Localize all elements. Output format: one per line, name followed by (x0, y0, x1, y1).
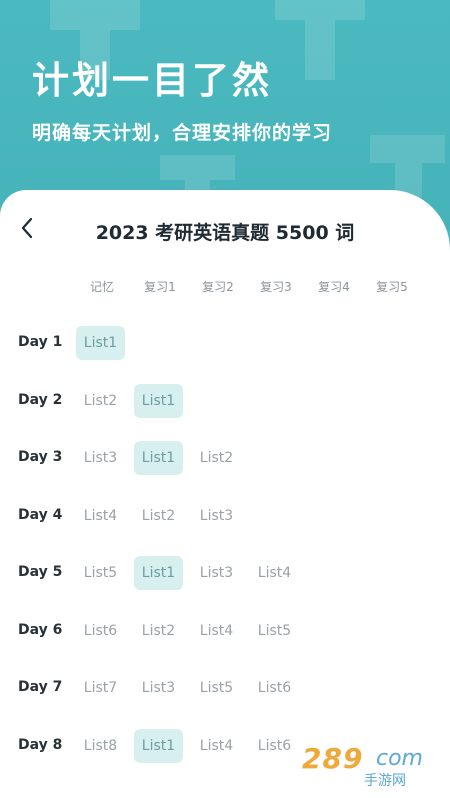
day-label: Day 4 (18, 506, 63, 523)
list-cell[interactable]: List1 (134, 441, 183, 475)
schedule-row: Day 5 List5 List1 List3 List4 (0, 556, 450, 590)
day-label: Day 3 (18, 449, 63, 465)
day-label: Day 5 (18, 564, 63, 580)
list-cell[interactable]: List6 (250, 671, 299, 705)
day-label: Day 7 (18, 679, 63, 695)
schedule-row: Day 8 List8 List1 List4 List6 (0, 728, 450, 763)
list-cell[interactable]: List5 (76, 556, 125, 590)
schedule-row: Day 3 List3 List1 List2 (0, 441, 450, 475)
decor-shape (275, 0, 365, 80)
list-cell[interactable]: List1 (76, 326, 125, 360)
column-header: 记忆 (89, 280, 114, 294)
column-header: 复习4 (318, 280, 350, 294)
list-cell[interactable]: List4 (192, 614, 241, 648)
schedule-row: Day 4 List4 List2 List3 (0, 499, 450, 533)
list-cell[interactable]: List2 (192, 441, 241, 475)
column-header: 复习3 (260, 280, 292, 294)
schedule-row: Day 2 List2 List1 (0, 383, 450, 418)
hero-subline: 明确每天计划，合理安排你的学习 (32, 122, 333, 144)
list-cell[interactable]: List4 (192, 729, 241, 763)
schedule-row: Day 6 List6 List2 List4 List5 (0, 614, 450, 648)
hero-headline: 计划一目了然 (32, 59, 272, 102)
column-header: 复习2 (202, 280, 234, 294)
day-label: Day 2 (18, 391, 63, 408)
column-header: 复习5 (376, 280, 408, 294)
list-cell[interactable]: List1 (134, 556, 183, 590)
list-cell[interactable]: List1 (134, 728, 183, 763)
list-cell[interactable]: List3 (192, 556, 241, 590)
list-cell[interactable]: List8 (76, 729, 125, 763)
schedule-row: Day 7 List7 List3 List5 List6 (0, 671, 450, 705)
list-cell[interactable]: List6 (76, 614, 125, 648)
list-cell[interactable]: List2 (134, 499, 183, 533)
day-label: Day 6 (18, 621, 63, 638)
list-cell[interactable]: List5 (192, 671, 241, 705)
day-label: Day 1 (18, 334, 63, 350)
list-cell[interactable]: List3 (76, 441, 125, 475)
list-cell[interactable]: List5 (250, 614, 299, 648)
plan-card: 2023 考研英语真题 5500 词 记忆 复习1 复习2 复习3 复习4 复习5 Day … (0, 190, 450, 798)
schedule-row: Day 1 List1 (0, 326, 450, 360)
column-header: 复习1 (144, 280, 176, 294)
list-cell[interactable]: List3 (134, 671, 183, 705)
list-cell[interactable]: List6 (250, 729, 299, 763)
list-cell[interactable]: List4 (250, 556, 299, 590)
page-title: 2023 考研英语真题 5500 词 (95, 222, 355, 244)
list-cell[interactable]: List2 (134, 614, 183, 648)
list-cell[interactable]: List1 (134, 383, 183, 418)
watermark-caption: 手游网 (364, 773, 406, 789)
list-cell[interactable]: List2 (76, 384, 125, 418)
day-label: Day 8 (18, 736, 63, 753)
list-cell[interactable]: List7 (76, 671, 125, 705)
list-cell[interactable]: List3 (192, 499, 241, 533)
list-cell[interactable]: List4 (76, 499, 125, 533)
